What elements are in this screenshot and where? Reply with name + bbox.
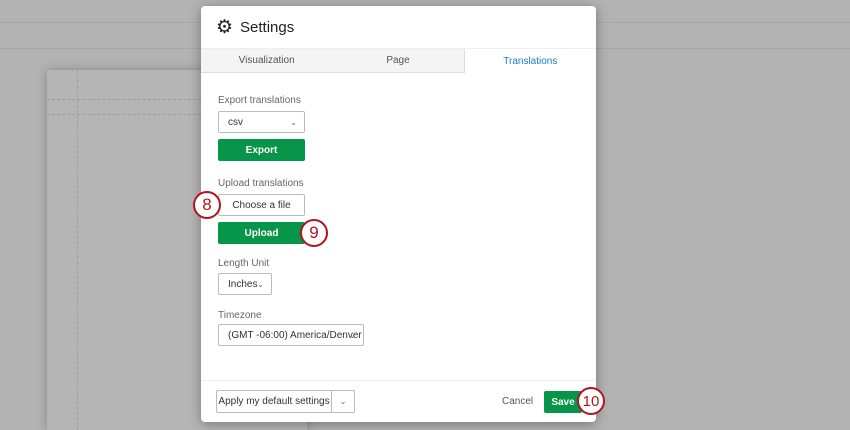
choose-file-button[interactable]: Choose a file [218,194,305,216]
length-unit-label: Length Unit [218,258,270,269]
annotation-marker-10: 10 [577,387,605,415]
cancel-button[interactable]: Cancel [502,396,533,407]
timezone-select[interactable]: (GMT -06:00) America/Denver ⌄ [218,324,364,346]
tab-page[interactable]: Page [332,49,464,73]
export-format-value: csv [228,116,243,128]
modal-header: ⚙ Settings [201,6,596,48]
export-translations-label: Export translations [218,95,301,106]
length-unit-select[interactable]: Inches ⌄ [218,273,272,295]
modal-title: Settings [240,18,295,36]
export-button[interactable]: Export [218,139,305,161]
apply-defaults-dropdown[interactable]: ⌄ [332,391,354,412]
tab-visualization[interactable]: Visualization [201,49,333,73]
upload-button[interactable]: Upload [218,222,305,244]
gear-icon: ⚙ [216,16,234,38]
tab-translations[interactable]: Translations [463,49,596,73]
annotation-marker-8: 8 [193,191,221,219]
upload-translations-label: Upload translations [218,178,304,189]
chevron-down-icon: ⌄ [339,397,347,406]
annotation-marker-9: 9 [300,219,328,247]
apply-defaults-button[interactable]: Apply my default settings [217,391,332,412]
timezone-value: (GMT -06:00) America/Denver [228,329,362,341]
timezone-label: Timezone [218,310,262,321]
chevron-down-icon: ⌄ [349,330,356,340]
settings-modal: ⚙ Settings Visualization Page Translatio… [201,6,596,422]
export-format-select[interactable]: csv ⌄ [218,111,305,133]
tab-bar: Visualization Page Translations [201,48,596,73]
length-unit-value: Inches [228,278,258,290]
chevron-down-icon: ⌄ [290,117,297,127]
apply-defaults-split-button: Apply my default settings ⌄ [216,390,355,413]
modal-footer: Apply my default settings ⌄ Cancel Save [201,380,596,422]
chevron-down-icon: ⌄ [257,279,264,289]
